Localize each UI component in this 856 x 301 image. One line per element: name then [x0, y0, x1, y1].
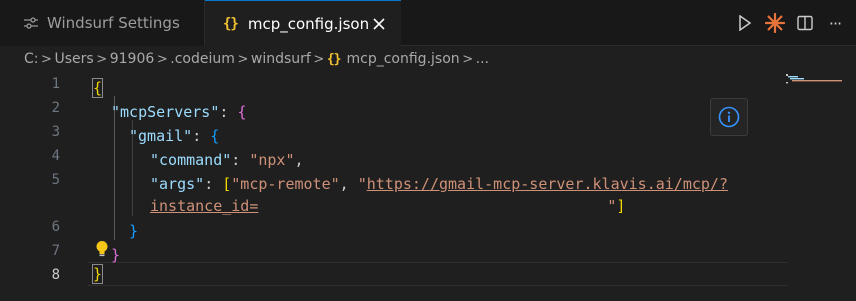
breadcrumb: C: > Users > 91906 > .codeium > windsurf… — [0, 46, 856, 72]
breadcrumb-separator: > — [156, 51, 168, 67]
comma: , — [294, 151, 304, 169]
line-number: 1 — [51, 76, 60, 92]
tab-windsurf-settings[interactable]: Windsurf Settings — [0, 0, 205, 46]
breadcrumb-separator: > — [41, 51, 52, 67]
open-brace: { — [237, 103, 247, 121]
open-bracket: [ — [222, 175, 232, 193]
code-line-5-wrap: instance_id= "] — [150, 194, 625, 218]
line-number: 4 — [51, 148, 60, 164]
split-editor-icon[interactable] — [790, 8, 820, 38]
json-key: "mcpServers" — [111, 103, 220, 121]
code-line-7: } — [111, 243, 120, 267]
code-editor[interactable]: 1 2 3 4 5 6 7 8 { "mcpServers": { "gmail… — [0, 72, 856, 301]
json-braces-icon: {} — [223, 16, 239, 32]
breadcrumb-user-folder[interactable]: 91906 — [110, 51, 155, 67]
url-link[interactable]: https://gmail-mcp-server.klavis.ai/mcp/? — [367, 175, 728, 193]
json-key: "gmail" — [129, 127, 193, 145]
json-braces-icon: {} — [326, 51, 342, 67]
breadcrumb-users[interactable]: Users — [55, 51, 94, 67]
more-icon[interactable]: ··· — [820, 8, 850, 38]
breadcrumb-windsurf[interactable]: windsurf — [251, 51, 311, 67]
json-string-quote: " — [357, 175, 367, 193]
code-line-3: "gmail": { — [129, 124, 219, 148]
colon: : — [192, 127, 211, 145]
code-line-6: } — [129, 219, 138, 243]
settings-sliders-icon — [24, 17, 38, 29]
breadcrumb-separator: > — [313, 51, 325, 67]
close-brace: } — [111, 246, 121, 264]
breadcrumb-drive[interactable]: C: — [24, 51, 39, 67]
json-key: "args" — [150, 175, 205, 193]
line-number: 5 — [51, 172, 60, 188]
code-line-8: } — [91, 262, 104, 286]
line-number-active: 8 — [51, 267, 60, 283]
line-number: 6 — [51, 219, 60, 235]
breadcrumb-file[interactable]: mcp_config.json — [347, 51, 460, 67]
breadcrumb-separator: > — [462, 51, 474, 67]
tab-label: Windsurf Settings — [47, 14, 180, 32]
code-line-4: "command": "npx", — [150, 148, 304, 172]
open-brace: { — [210, 127, 220, 145]
json-string: "npx" — [249, 151, 295, 169]
colon: : — [231, 151, 250, 169]
breadcrumb-separator: > — [237, 51, 249, 67]
windsurf-spark-icon[interactable] — [760, 8, 790, 38]
json-string: "mcp-remote" — [231, 175, 340, 193]
current-line-highlight — [88, 262, 788, 286]
close-icon[interactable] — [369, 14, 389, 34]
comma: , — [339, 175, 358, 193]
breadcrumb-separator: > — [96, 51, 108, 67]
code-line-2: "mcpServers": { — [111, 100, 246, 124]
line-number: 7 — [51, 243, 60, 259]
line-number: 2 — [51, 100, 60, 116]
code-line-5: "args": ["mcp-remote", "https://gmail-mc… — [150, 172, 728, 196]
close-brace: } — [129, 222, 139, 240]
breadcrumb-codeium[interactable]: .codeium — [170, 51, 235, 67]
editor-actions: ··· — [730, 0, 850, 46]
info-icon — [718, 106, 740, 128]
editor-tab-bar: Windsurf Settings {} mcp_config.json ··· — [0, 0, 856, 47]
info-button[interactable] — [710, 98, 748, 136]
tab-label: mcp_config.json — [247, 15, 370, 33]
breadcrumb-symbols[interactable]: ... — [476, 51, 489, 67]
open-brace-matched: { — [91, 78, 104, 98]
code-line-1: { — [91, 76, 104, 100]
lightbulb-icon[interactable] — [95, 240, 109, 258]
close-brace-matched: } — [91, 264, 104, 284]
colon: : — [219, 103, 238, 121]
colon: : — [204, 175, 223, 193]
line-number: 3 — [51, 124, 60, 140]
tab-mcp-config[interactable]: {} mcp_config.json — [205, 0, 401, 47]
run-icon[interactable] — [730, 8, 760, 38]
close-bracket: ] — [616, 197, 626, 215]
minimap[interactable] — [786, 72, 848, 84]
json-key: "command" — [150, 151, 232, 169]
url-link[interactable]: instance_id= — [150, 197, 258, 215]
